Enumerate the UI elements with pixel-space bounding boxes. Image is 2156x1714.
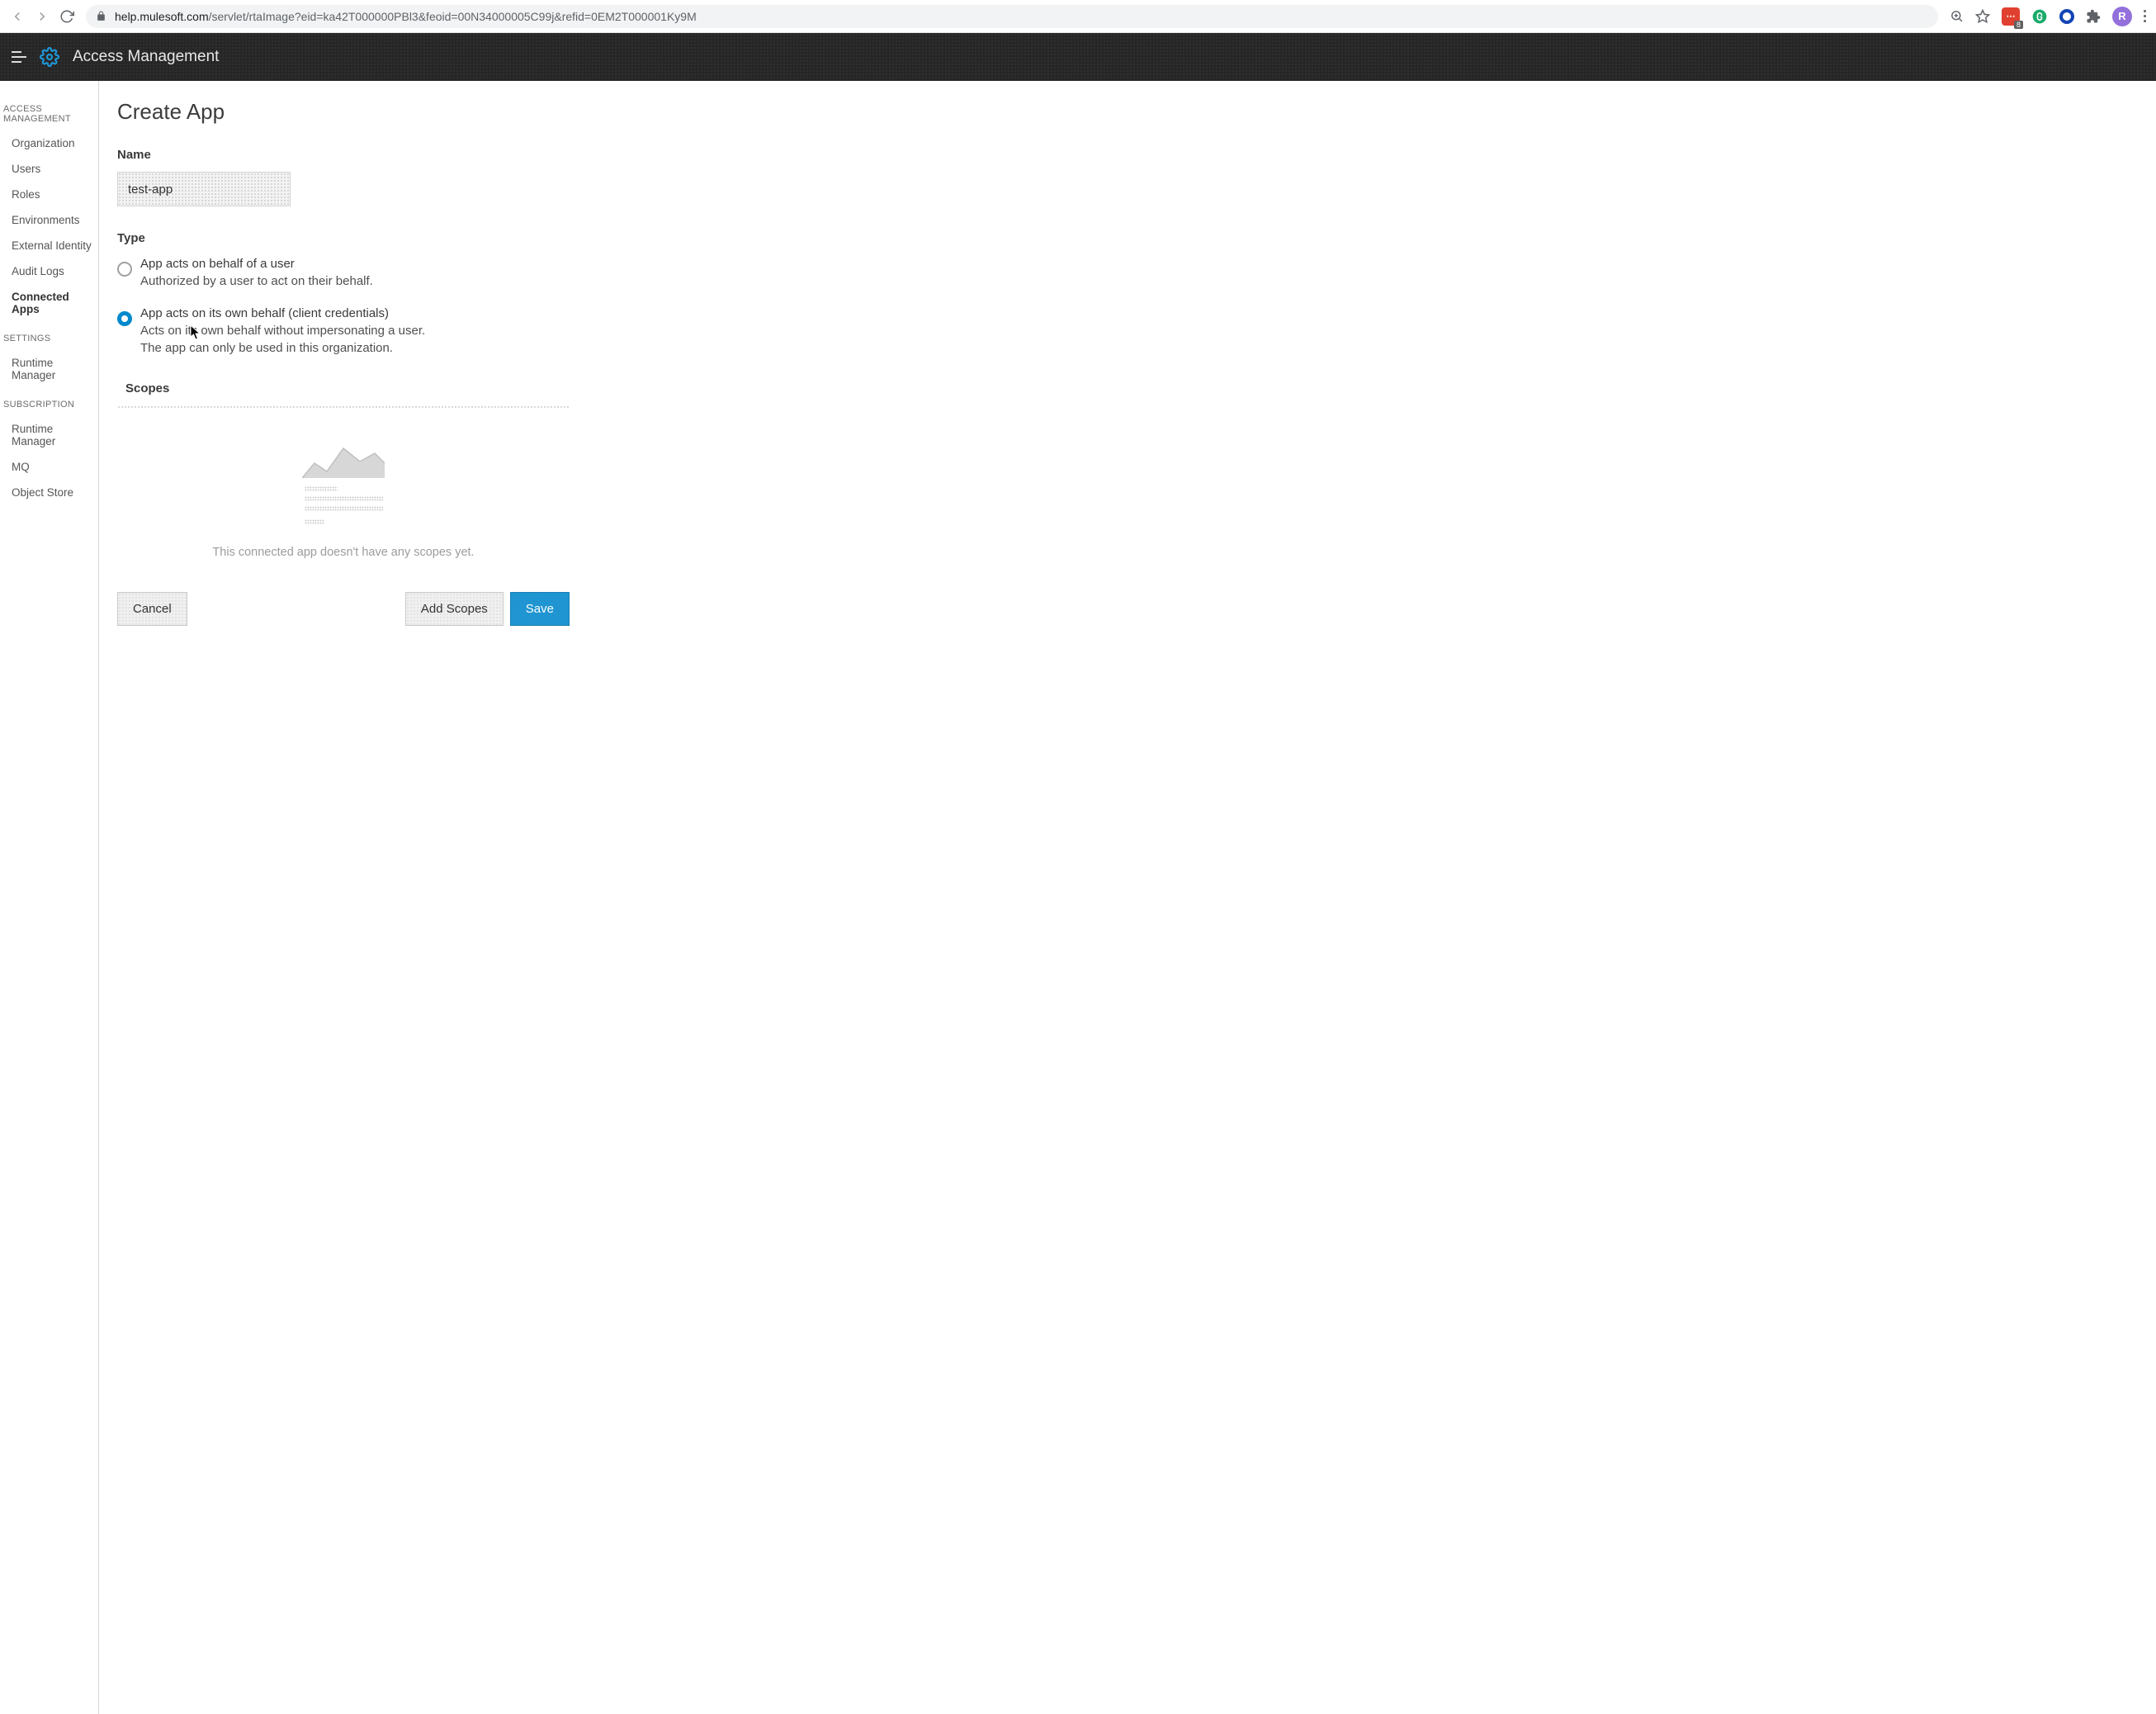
type-section: Type App acts on behalf of a user Author… bbox=[117, 231, 2138, 357]
scopes-empty-message: This connected app doesn't have any scop… bbox=[212, 546, 474, 559]
save-button[interactable]: Save bbox=[510, 592, 570, 626]
chrome-actions: ⋯ 8 R bbox=[1950, 7, 2146, 26]
sidebar-item-environments[interactable]: Environments bbox=[0, 207, 98, 233]
hamburger-menu-icon[interactable] bbox=[12, 51, 26, 63]
empty-placeholder-lines bbox=[305, 486, 383, 524]
radio-icon[interactable] bbox=[117, 262, 132, 277]
app-header: Access Management bbox=[0, 33, 2156, 81]
profile-avatar[interactable]: R bbox=[2112, 7, 2132, 26]
extensions-puzzle-icon[interactable] bbox=[2086, 9, 2101, 24]
zoom-icon[interactable] bbox=[1950, 9, 1964, 23]
main-content: Create App Name Type App acts on behalf … bbox=[99, 81, 2156, 1714]
sidebar-item-settings-runtime-manager[interactable]: Runtime Manager bbox=[0, 350, 98, 388]
page-title: Create App bbox=[117, 99, 2138, 125]
nav-arrows bbox=[10, 9, 74, 24]
cancel-button[interactable]: Cancel bbox=[117, 592, 187, 626]
sidebar-group-settings: SETTINGS Runtime Manager bbox=[0, 322, 98, 388]
forward-arrow-icon[interactable] bbox=[35, 9, 50, 24]
sidebar: ACCESS MANAGEMENT Organization Users Rol… bbox=[0, 81, 99, 1714]
reload-icon[interactable] bbox=[59, 9, 74, 24]
scopes-divider bbox=[117, 405, 570, 409]
chrome-menu-icon[interactable] bbox=[2144, 10, 2146, 22]
sidebar-group-title: SUBSCRIPTION bbox=[0, 388, 98, 416]
radio-option-user-behalf[interactable]: App acts on behalf of a user Authorized … bbox=[117, 255, 447, 290]
add-scopes-button[interactable]: Add Scopes bbox=[405, 592, 504, 626]
lock-icon bbox=[96, 11, 106, 21]
sidebar-item-roles[interactable]: Roles bbox=[0, 182, 98, 207]
sidebar-item-connected-apps[interactable]: Connected Apps bbox=[0, 284, 98, 322]
radio-title: App acts on its own behalf (client crede… bbox=[140, 305, 447, 322]
button-row: Cancel Add Scopes Save bbox=[117, 592, 570, 626]
empty-chart-icon bbox=[302, 438, 385, 478]
name-label: Name bbox=[117, 148, 2138, 162]
sidebar-group-title: ACCESS MANAGEMENT bbox=[0, 92, 98, 130]
sidebar-item-sub-runtime-manager[interactable]: Runtime Manager bbox=[0, 416, 98, 454]
sidebar-group-access-management: ACCESS MANAGEMENT Organization Users Rol… bbox=[0, 92, 98, 322]
radio-title: App acts on behalf of a user bbox=[140, 255, 373, 272]
sidebar-item-object-store[interactable]: Object Store bbox=[0, 480, 98, 505]
scopes-empty-state: This connected app doesn't have any scop… bbox=[117, 424, 570, 567]
extension-blue-ring-icon[interactable] bbox=[2059, 9, 2074, 24]
radio-icon-selected[interactable] bbox=[117, 311, 132, 326]
app-title: Access Management bbox=[73, 48, 219, 66]
url-text: help.mulesoft.com/servlet/rtaImage?eid=k… bbox=[115, 10, 697, 23]
sidebar-group-title: SETTINGS bbox=[0, 322, 98, 350]
sidebar-item-organization[interactable]: Organization bbox=[0, 130, 98, 156]
extension-red-badge[interactable]: ⋯ 8 bbox=[2002, 7, 2020, 26]
type-label: Type bbox=[117, 231, 2138, 245]
radio-option-client-credentials[interactable]: App acts on its own behalf (client crede… bbox=[117, 305, 447, 357]
sidebar-group-subscription: SUBSCRIPTION Runtime Manager MQ Object S… bbox=[0, 388, 98, 505]
bookmark-star-icon[interactable] bbox=[1975, 9, 1990, 24]
address-bar[interactable]: help.mulesoft.com/servlet/rtaImage?eid=k… bbox=[86, 5, 1938, 28]
sidebar-item-mq[interactable]: MQ bbox=[0, 454, 98, 480]
extension-green-icon[interactable] bbox=[2031, 8, 2048, 25]
name-input[interactable] bbox=[117, 172, 291, 206]
scopes-section: Scopes This connected app doesn't have a… bbox=[117, 381, 2138, 567]
radio-desc: Acts on its own behalf without impersona… bbox=[140, 322, 447, 357]
scopes-label: Scopes bbox=[125, 381, 2138, 395]
sidebar-item-audit-logs[interactable]: Audit Logs bbox=[0, 258, 98, 284]
sidebar-item-external-identity[interactable]: External Identity bbox=[0, 233, 98, 258]
radio-desc: Authorized by a user to act on their beh… bbox=[140, 272, 373, 290]
name-section: Name bbox=[117, 148, 2138, 206]
browser-chrome: help.mulesoft.com/servlet/rtaImage?eid=k… bbox=[0, 0, 2156, 33]
sidebar-item-users[interactable]: Users bbox=[0, 156, 98, 182]
app-gear-icon bbox=[40, 47, 59, 67]
back-arrow-icon[interactable] bbox=[10, 9, 25, 24]
